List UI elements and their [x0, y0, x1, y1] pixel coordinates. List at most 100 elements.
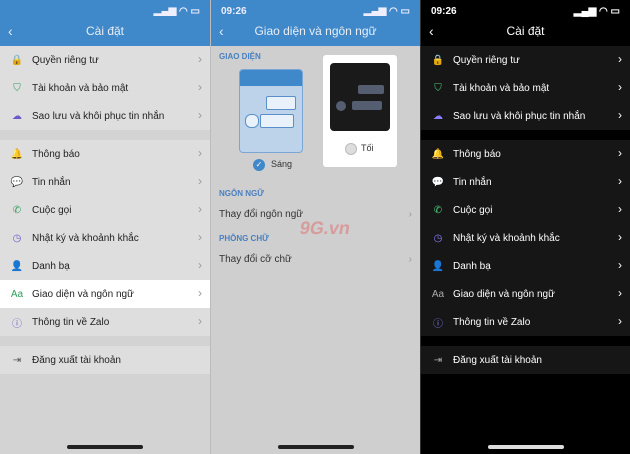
settings-row[interactable]: ◷ Nhật ký và khoảnh khắc ›	[421, 224, 630, 252]
settings-dark-panel: 09:26 ▂▄▆ ◠ ▭ ‹ Cài đặt 🔒 Quyền riêng tư ›…	[420, 0, 630, 454]
settings-row[interactable]: ✆ Cuộc gọi ›	[0, 196, 210, 224]
home-indicator	[488, 445, 564, 449]
settings-row[interactable]: 🔔 Thông báo ›	[421, 140, 630, 168]
phone-icon: ✆	[433, 204, 443, 216]
chevron-right-icon: ›	[618, 314, 622, 328]
page-title: Giao diện và ngôn ngữ	[254, 24, 377, 38]
settings-row[interactable]: 💬 Tin nhắn ›	[0, 168, 210, 196]
theme-dark-preview	[330, 63, 390, 131]
bell-icon: 🔔	[10, 148, 24, 160]
settings-row-label: Đăng xuất tài khoản	[453, 354, 542, 366]
bubble-shape	[266, 96, 296, 110]
logout-icon: ⇥	[433, 354, 443, 366]
chevron-right-icon: ›	[198, 80, 202, 94]
chevron-right-icon: ›	[408, 253, 412, 265]
settings-row[interactable]: ✆ Cuộc gọi ›	[421, 196, 630, 224]
chevron-right-icon: ›	[198, 108, 202, 122]
chat-icon: 💬	[431, 176, 445, 188]
theme-light-option[interactable]	[239, 69, 303, 153]
chevron-right-icon: ›	[198, 52, 202, 66]
bell-icon: 🔔	[431, 148, 445, 160]
settings-light-panel: ▂▄▆ ◠ ▭ ‹ Cài đặt 🔒 Quyền riêng tư › ⛉ Tài k…	[0, 0, 210, 454]
settings-row[interactable]: ⓘ Thông tin về Zalo ›	[0, 308, 210, 336]
theme-dark-radio[interactable]	[345, 143, 357, 155]
settings-row-label: Giao diện và ngôn ngữ	[32, 288, 134, 300]
theme-light-radio[interactable]: ✓	[253, 159, 265, 171]
group-gap	[421, 374, 630, 384]
settings-row[interactable]: ☁ Sao lưu và khôi phục tin nhắn ›	[421, 102, 630, 130]
header: ‹ Cài đặt	[421, 16, 630, 46]
aa-icon: Aa	[431, 288, 445, 300]
watermark-logo: 9G.vn	[298, 218, 352, 238]
back-icon[interactable]: ‹	[219, 23, 224, 39]
settings-row[interactable]: ☁ Sao lưu và khôi phục tin nhắn ›	[0, 102, 210, 130]
chevron-right-icon: ›	[618, 202, 622, 216]
status-row: ▂▄▆ ◠ ▭	[0, 0, 210, 17]
status-row: 09:26 ▂▄▆ ◠ ▭	[421, 0, 630, 17]
info-icon: ⓘ	[12, 318, 22, 330]
clock-icon: ◷	[433, 232, 443, 244]
settings-row[interactable]: ⇥ Đăng xuất tài khoản	[0, 346, 210, 374]
avatar-shape	[245, 114, 259, 128]
settings-row[interactable]: 👤 Danh bạ ›	[0, 252, 210, 280]
settings-row[interactable]: 🔒 Quyền riêng tư ›	[421, 46, 630, 74]
settings-row-label: Thông tin về Zalo	[32, 316, 110, 328]
status-time: 09:26	[221, 6, 247, 17]
info-icon: ⓘ	[433, 318, 443, 330]
font-size-row[interactable]: Thay đổi cỡ chữ ›	[211, 245, 420, 273]
settings-row[interactable]: 🔒 Quyền riêng tư ›	[0, 46, 210, 74]
settings-row-label: Tài khoản và bảo mật	[32, 82, 129, 94]
settings-row-label: Danh bạ	[453, 260, 491, 272]
settings-row-label: Sao lưu và khôi phục tin nhắn	[32, 110, 165, 122]
settings-list: 🔒 Quyền riêng tư › ⛉ Tài khoản và bảo mật › ☁ S…	[0, 46, 210, 384]
logout-icon: ⇥	[12, 354, 22, 366]
settings-row[interactable]: Aa Giao diện và ngôn ngữ ›	[421, 280, 630, 308]
home-indicator	[278, 445, 354, 449]
bubble-shape	[352, 101, 382, 110]
status-bar: 09:26 ▂▄▆ ◠ ▭	[211, 0, 420, 17]
settings-row[interactable]: 👤 Danh bạ ›	[421, 252, 630, 280]
language-row-label: Thay đổi ngôn ngữ	[219, 208, 303, 220]
settings-row[interactable]: 🔔 Thông báo ›	[0, 140, 210, 168]
lock-icon: 🔒	[10, 54, 24, 66]
page-title: Cài đặt	[85, 24, 125, 38]
chevron-right-icon: ›	[198, 258, 202, 272]
phone-icon: ✆	[12, 204, 22, 216]
section-language-label: NGÔN NGỮ	[219, 189, 264, 198]
theme-dark-card[interactable]: Tối	[323, 55, 397, 167]
header: ‹ Giao diện và ngôn ngữ	[211, 16, 420, 46]
settings-row-label: Sao lưu và khôi phục tin nhắn	[453, 110, 586, 122]
back-icon[interactable]: ‹	[429, 23, 434, 39]
settings-row-label: Giao diện và ngôn ngữ	[453, 288, 555, 300]
group-gap	[421, 336, 630, 346]
theme-dark-label: Tối	[361, 143, 374, 153]
settings-row-label: Nhật ký và khoảnh khắc	[32, 232, 139, 244]
settings-row-label: Danh bạ	[32, 260, 70, 272]
settings-row[interactable]: 💬 Tin nhắn ›	[421, 168, 630, 196]
settings-row[interactable]: ⛉ Tài khoản và bảo mật ›	[421, 74, 630, 102]
settings-row[interactable]: ⇥ Đăng xuất tài khoản	[421, 346, 630, 374]
settings-row-label: Nhật ký và khoảnh khắc	[453, 232, 560, 244]
status-icons: ▂▄▆ ◠ ▭	[153, 6, 200, 17]
person-icon: 👤	[10, 260, 24, 272]
settings-group: 🔔 Thông báo › 💬 Tin nhắn › ✆ Cuộc gọi › ◷ Nhật ký …	[421, 140, 630, 336]
settings-row-label: Tin nhắn	[453, 176, 492, 188]
settings-row[interactable]: ⓘ Thông tin về Zalo ›	[421, 308, 630, 336]
chevron-right-icon: ›	[198, 230, 202, 244]
settings-row[interactable]: ◷ Nhật ký và khoảnh khắc ›	[0, 224, 210, 252]
chevron-right-icon: ›	[408, 208, 412, 220]
cloud-icon: ☁	[433, 110, 443, 122]
settings-row[interactable]: ⛉ Tài khoản và bảo mật ›	[0, 74, 210, 102]
chevron-right-icon: ›	[618, 174, 622, 188]
back-icon[interactable]: ‹	[8, 23, 13, 39]
shield-icon: ⛉	[13, 82, 21, 94]
settings-row[interactable]: Aa Giao diện và ngôn ngữ ›	[0, 280, 210, 308]
header: ‹ Cài đặt	[0, 16, 210, 46]
bubble-shape	[260, 114, 294, 128]
settings-row-label: Thông báo	[32, 148, 80, 160]
settings-row-label: Thông báo	[453, 148, 501, 160]
settings-group: 🔒 Quyền riêng tư › ⛉ Tài khoản và bảo mật › ☁ S…	[421, 46, 630, 130]
chevron-right-icon: ›	[198, 202, 202, 216]
settings-group: 🔔 Thông báo › 💬 Tin nhắn › ✆ Cuộc gọi › ◷ Nhật ký …	[0, 140, 210, 336]
status-row: 09:26 ▂▄▆ ◠ ▭	[211, 0, 420, 17]
